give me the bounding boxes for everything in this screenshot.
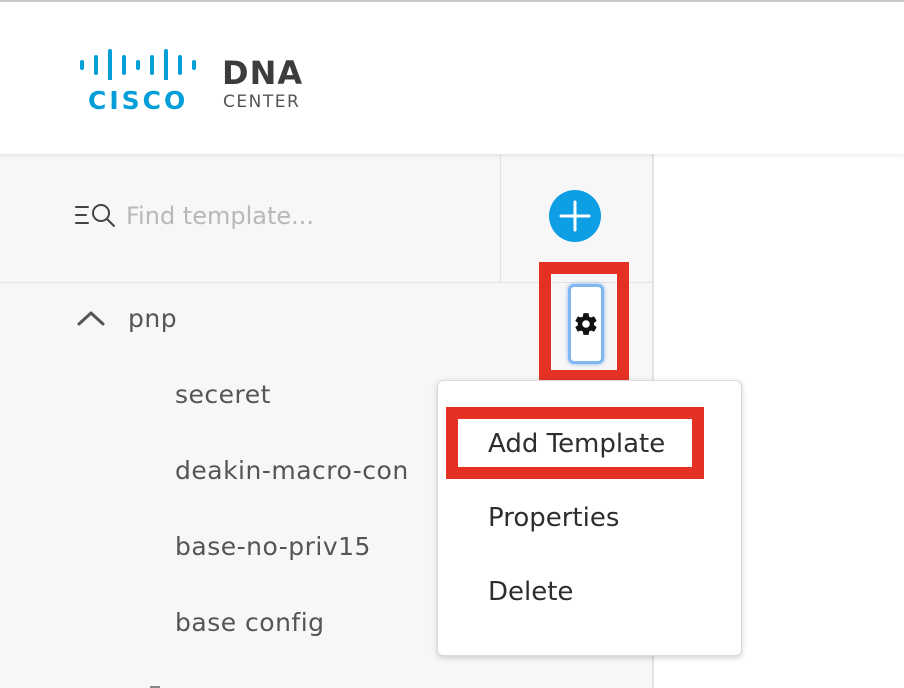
add-button[interactable]: [549, 190, 601, 242]
tree-item[interactable]: deakin-macro-con: [175, 456, 409, 485]
filter-search-icon[interactable]: [74, 202, 120, 228]
menu-item-properties[interactable]: Properties: [488, 503, 619, 533]
product-subtitle: CENTER: [223, 92, 301, 112]
menu-item-delete[interactable]: Delete: [488, 577, 573, 607]
gear-icon: [575, 313, 597, 335]
cisco-logo: [80, 46, 200, 80]
chevron-up-icon[interactable]: [76, 308, 106, 328]
cisco-wordmark: CISCO: [88, 86, 189, 115]
app-header: CISCO DNA CENTER: [0, 2, 904, 154]
cisco-bars-icon: [80, 49, 196, 80]
plus-icon: [559, 200, 591, 232]
product-name: DNA: [222, 54, 304, 92]
tree-item[interactable]: seceret: [175, 380, 271, 409]
gear-button[interactable]: [568, 284, 604, 364]
tree-item[interactable]: base-no-priv15: [175, 532, 371, 561]
tree-group-pnp[interactable]: pnp: [128, 304, 177, 333]
search-input[interactable]: [126, 194, 456, 238]
context-menu: Add Template Properties Delete: [437, 380, 742, 656]
menu-item-add-template[interactable]: Add Template: [488, 429, 665, 459]
tree-item[interactable]: base config: [175, 608, 325, 637]
search-divider: [500, 154, 501, 282]
